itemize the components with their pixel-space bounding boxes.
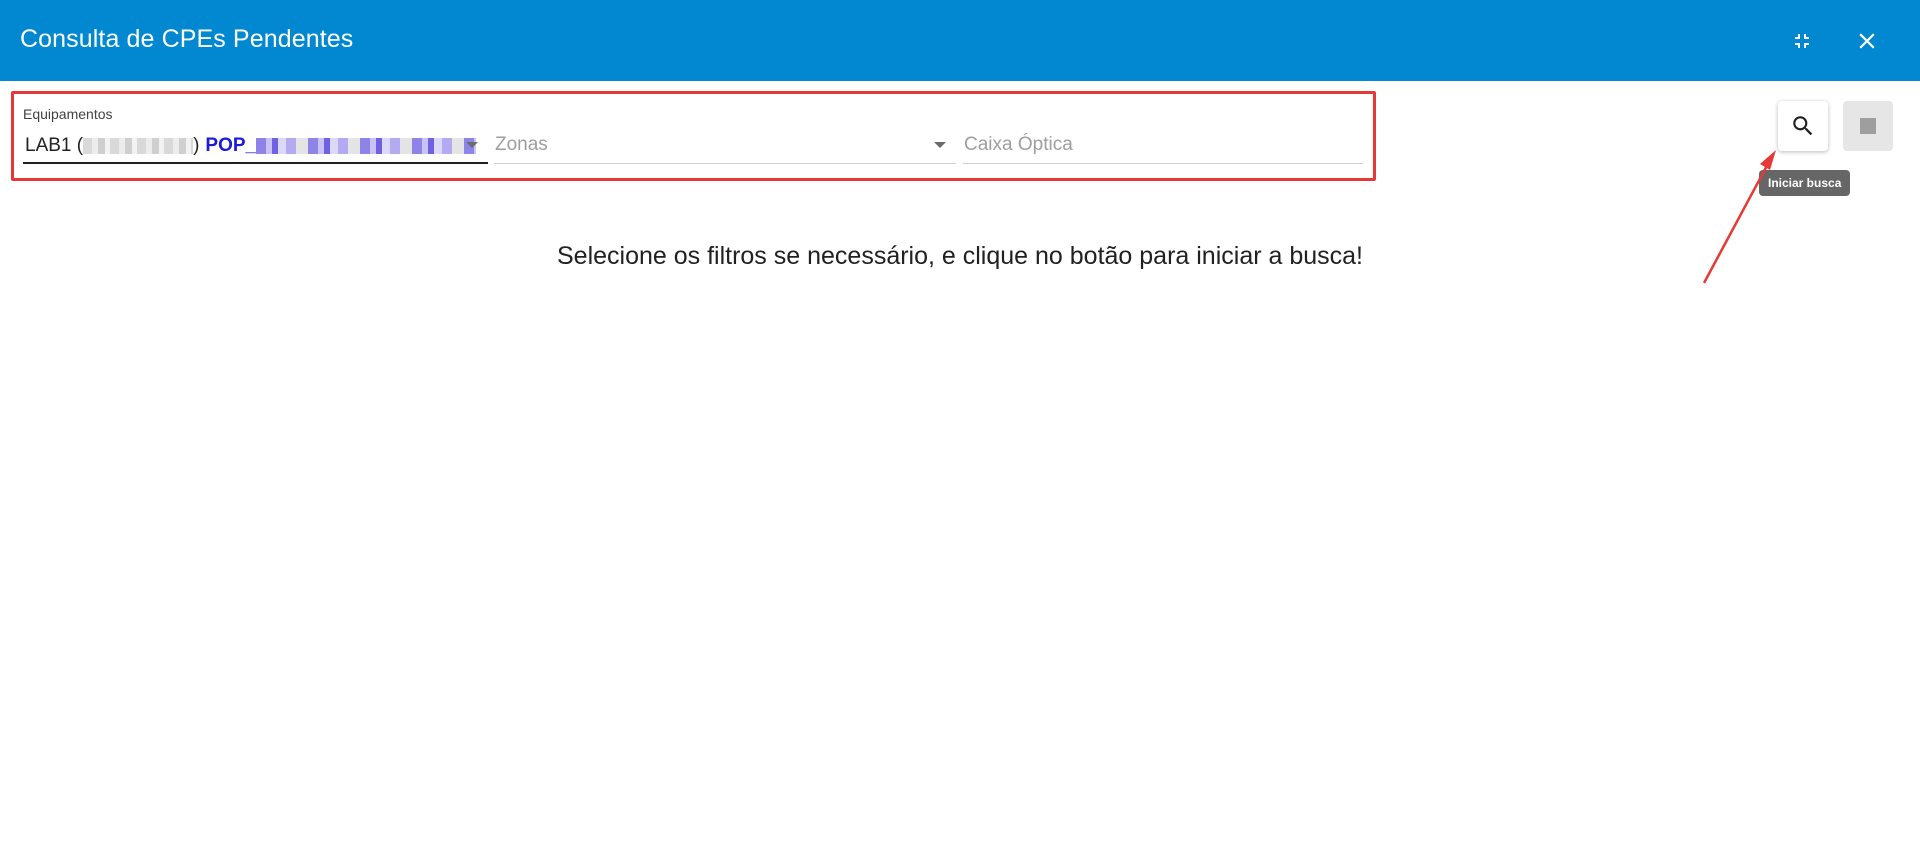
equipamentos-value-prefix: LAB1 ( <box>25 135 84 156</box>
empty-state-message: Selecione os filtros se necessário, e cl… <box>0 242 1920 271</box>
search-tooltip: Iniciar busca <box>1759 170 1851 196</box>
caixa-optica-input[interactable]: Caixa Óptica <box>963 128 1363 164</box>
equipamentos-value: LAB1 ( ) POP_ <box>25 135 477 157</box>
caixa-optica-placeholder: Caixa Óptica <box>964 134 1073 155</box>
collapse-icon <box>1795 34 1809 48</box>
redacted-pop-name <box>256 138 477 154</box>
equipamentos-select[interactable]: LAB1 ( ) POP_ <box>23 128 488 164</box>
stop-button[interactable] <box>1843 101 1893 151</box>
search-icon <box>1793 116 1813 136</box>
close-button[interactable] <box>1848 22 1886 60</box>
equipamentos-value-suffix: ) <box>193 135 200 156</box>
chevron-down-icon <box>934 142 946 148</box>
stop-icon <box>1860 118 1876 134</box>
zonas-select[interactable]: Zonas <box>494 128 956 164</box>
close-icon <box>1859 33 1875 49</box>
window-titlebar: Consulta de CPEs Pendentes <box>0 0 1920 81</box>
chevron-down-icon <box>466 142 478 148</box>
equipamentos-label: Equipamentos <box>23 106 113 122</box>
collapse-button[interactable] <box>1783 22 1821 60</box>
window-title: Consulta de CPEs Pendentes <box>20 25 354 53</box>
pop-label: POP_ <box>205 135 257 156</box>
redacted-ip <box>83 138 194 154</box>
empty-state-text: Selecione os filtros se necessário, e cl… <box>556 242 1364 270</box>
search-button[interactable] <box>1778 101 1828 151</box>
zonas-placeholder: Zonas <box>495 134 548 155</box>
